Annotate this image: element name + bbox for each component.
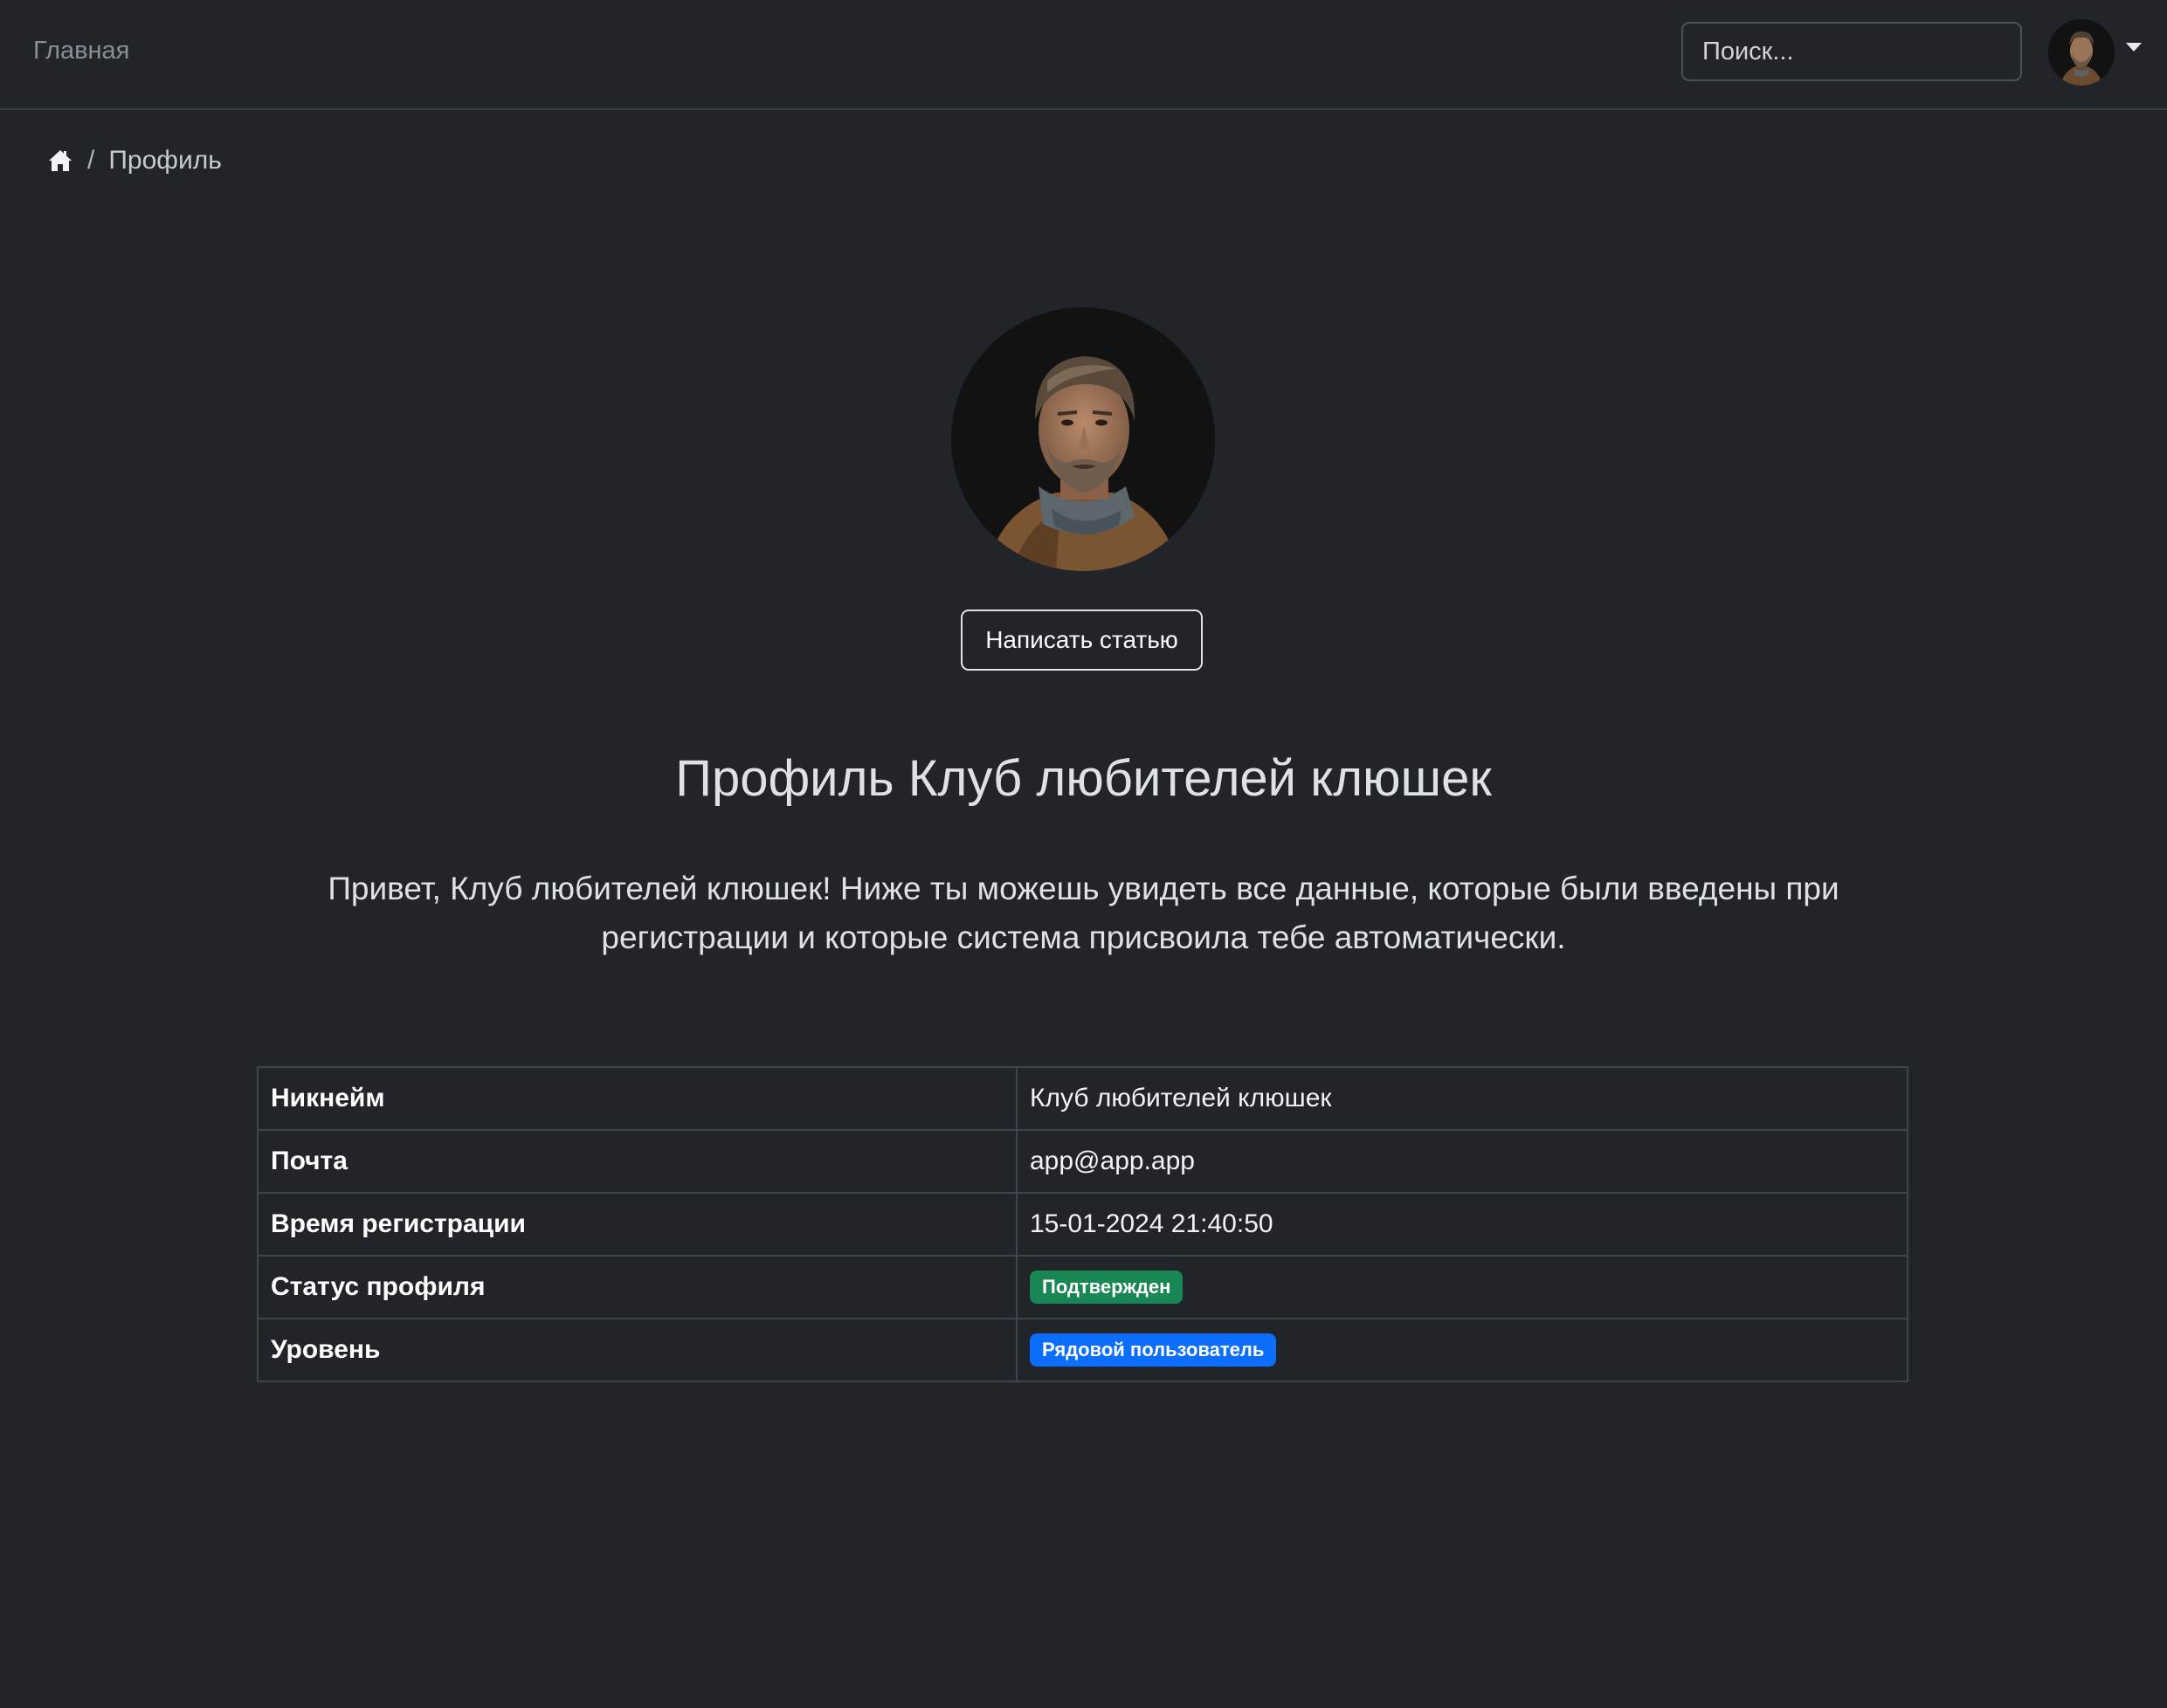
- row-label: Никнейм: [257, 1066, 1018, 1131]
- profile-intro-text: Привет, Клуб любителей клюшек! Ниже ты м…: [328, 871, 1839, 955]
- status-badge: Подтвержден: [1030, 1271, 1184, 1304]
- profile-info-table: Никнейм Клуб любителей клюшек Почта app@…: [257, 1066, 1908, 1382]
- row-label: Статус профиля: [257, 1255, 1018, 1319]
- profile-avatar: [951, 307, 1215, 571]
- row-value: Подтвержден: [1016, 1255, 1908, 1319]
- breadcrumb-current: Профиль: [108, 146, 222, 175]
- row-value: 15-01-2024 21:40:50: [1016, 1192, 1908, 1257]
- row-value: app@app.app: [1016, 1129, 1908, 1194]
- user-avatar[interactable]: [2048, 19, 2115, 86]
- level-badge: Рядовой пользователь: [1030, 1333, 1277, 1367]
- search-input[interactable]: [1681, 22, 2022, 81]
- table-row-registration-time: Время регистрации 15-01-2024 21:40:50: [257, 1192, 1908, 1257]
- breadcrumb: / Профиль: [47, 141, 222, 180]
- top-navbar: Главная: [0, 0, 2167, 110]
- breadcrumb-separator: /: [87, 146, 95, 175]
- row-label: Время регистрации: [257, 1192, 1018, 1257]
- nav-link-home[interactable]: Главная: [33, 37, 129, 65]
- row-value: Рядовой пользователь: [1016, 1318, 1908, 1382]
- table-row-email: Почта app@app.app: [257, 1129, 1908, 1194]
- row-label: Уровень: [257, 1318, 1018, 1382]
- table-row-profile-status: Статус профиля Подтвержден: [257, 1255, 1908, 1319]
- table-row-nickname: Никнейм Клуб любителей клюшек: [257, 1066, 1908, 1131]
- home-icon[interactable]: [47, 148, 73, 174]
- write-article-button[interactable]: Написать статью: [961, 610, 1203, 671]
- row-value: Клуб любителей клюшек: [1016, 1066, 1908, 1131]
- row-label: Почта: [257, 1129, 1018, 1194]
- page-title: Профиль Клуб любителей клюшек: [675, 750, 1492, 807]
- chevron-down-icon[interactable]: [2126, 43, 2142, 52]
- table-row-level: Уровень Рядовой пользователь: [257, 1318, 1908, 1382]
